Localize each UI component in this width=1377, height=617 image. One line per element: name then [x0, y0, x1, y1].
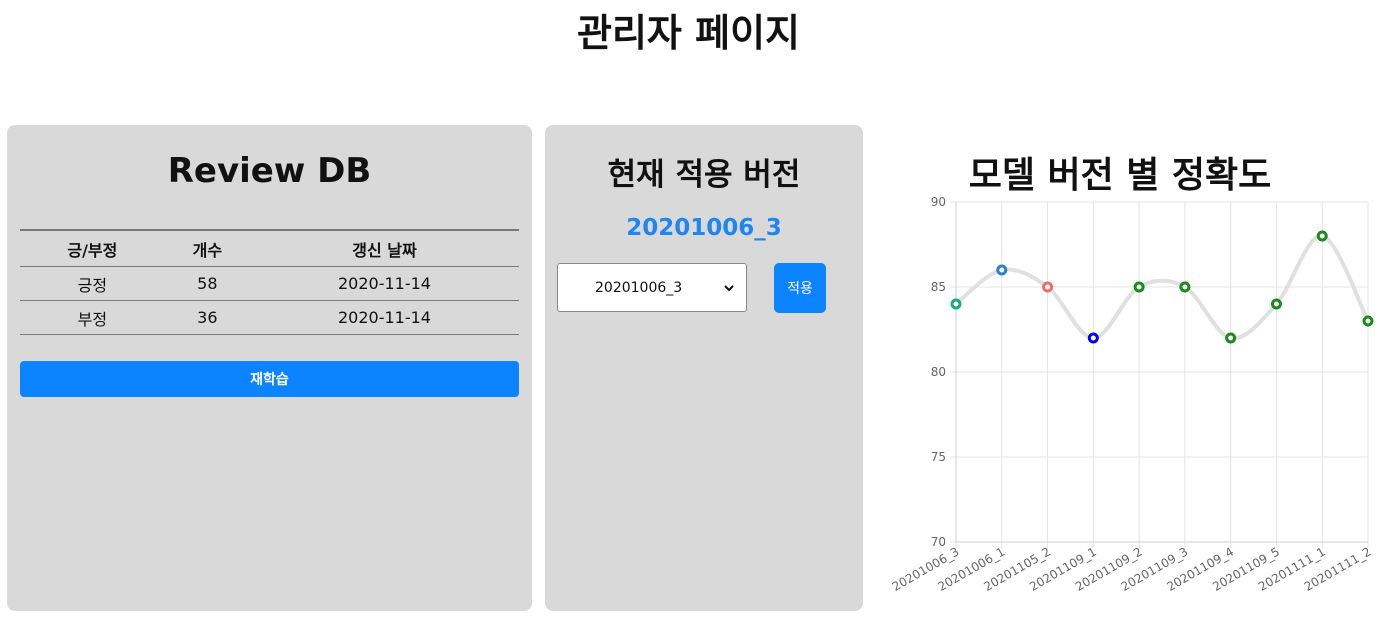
count-cell: 58	[164, 266, 250, 301]
data-point	[1087, 332, 1099, 344]
data-point	[1225, 332, 1237, 344]
y-tick-label: 70	[931, 535, 946, 549]
table-row: 부정 36 2020-11-14	[20, 300, 519, 335]
version-select[interactable]: 20201006_3	[557, 263, 747, 312]
data-point	[1316, 230, 1328, 242]
y-tick-label: 85	[931, 280, 946, 294]
column-header-sentiment: 긍/부정	[20, 229, 165, 267]
current-version-title: 현재 적용 버전	[607, 157, 801, 193]
column-header-count: 개수	[164, 229, 250, 267]
column-header-updated-date: 갱신 날짜	[249, 229, 519, 267]
version-select-value: 20201006_3	[595, 279, 683, 296]
review-db-title: Review DB	[167, 151, 372, 191]
data-point	[1270, 298, 1282, 310]
data-point	[1179, 281, 1191, 293]
sentiment-cell: 부정	[20, 300, 165, 335]
current-version-panel: 현재 적용 버전 20201006_3 20201006_3 적용	[545, 125, 863, 611]
count-cell: 36	[164, 300, 250, 335]
data-point	[1362, 315, 1374, 327]
accuracy-line-chart: 707580859020201006_320201006_120201105_2…	[890, 195, 1374, 594]
date-cell: 2020-11-14	[249, 300, 519, 335]
review-db-panel: Review DB 긍/부정 개수 갱신 날짜 긍정 58 2020-11-14…	[7, 125, 532, 611]
y-tick-label: 80	[931, 365, 946, 379]
data-point	[996, 264, 1008, 276]
data-point	[950, 298, 962, 310]
y-tick-label: 90	[931, 195, 946, 209]
review-table: 긍/부정 개수 갱신 날짜 긍정 58 2020-11-14 부정 36 202…	[20, 229, 519, 335]
apply-button[interactable]: 적용	[774, 263, 826, 313]
chevron-down-icon	[724, 284, 734, 291]
sentiment-cell: 긍정	[20, 266, 165, 301]
date-cell: 2020-11-14	[249, 266, 519, 301]
data-point	[1133, 281, 1145, 293]
y-tick-label: 75	[931, 450, 946, 464]
page-title: 관리자 페이지	[577, 11, 800, 55]
table-row: 긍정 58 2020-11-14	[20, 266, 519, 301]
data-point	[1042, 281, 1054, 293]
retrain-button[interactable]: 재학습	[20, 361, 519, 397]
current-version-value: 20201006_3	[626, 215, 782, 241]
table-header-row: 긍/부정 개수 갱신 날짜	[20, 229, 519, 267]
